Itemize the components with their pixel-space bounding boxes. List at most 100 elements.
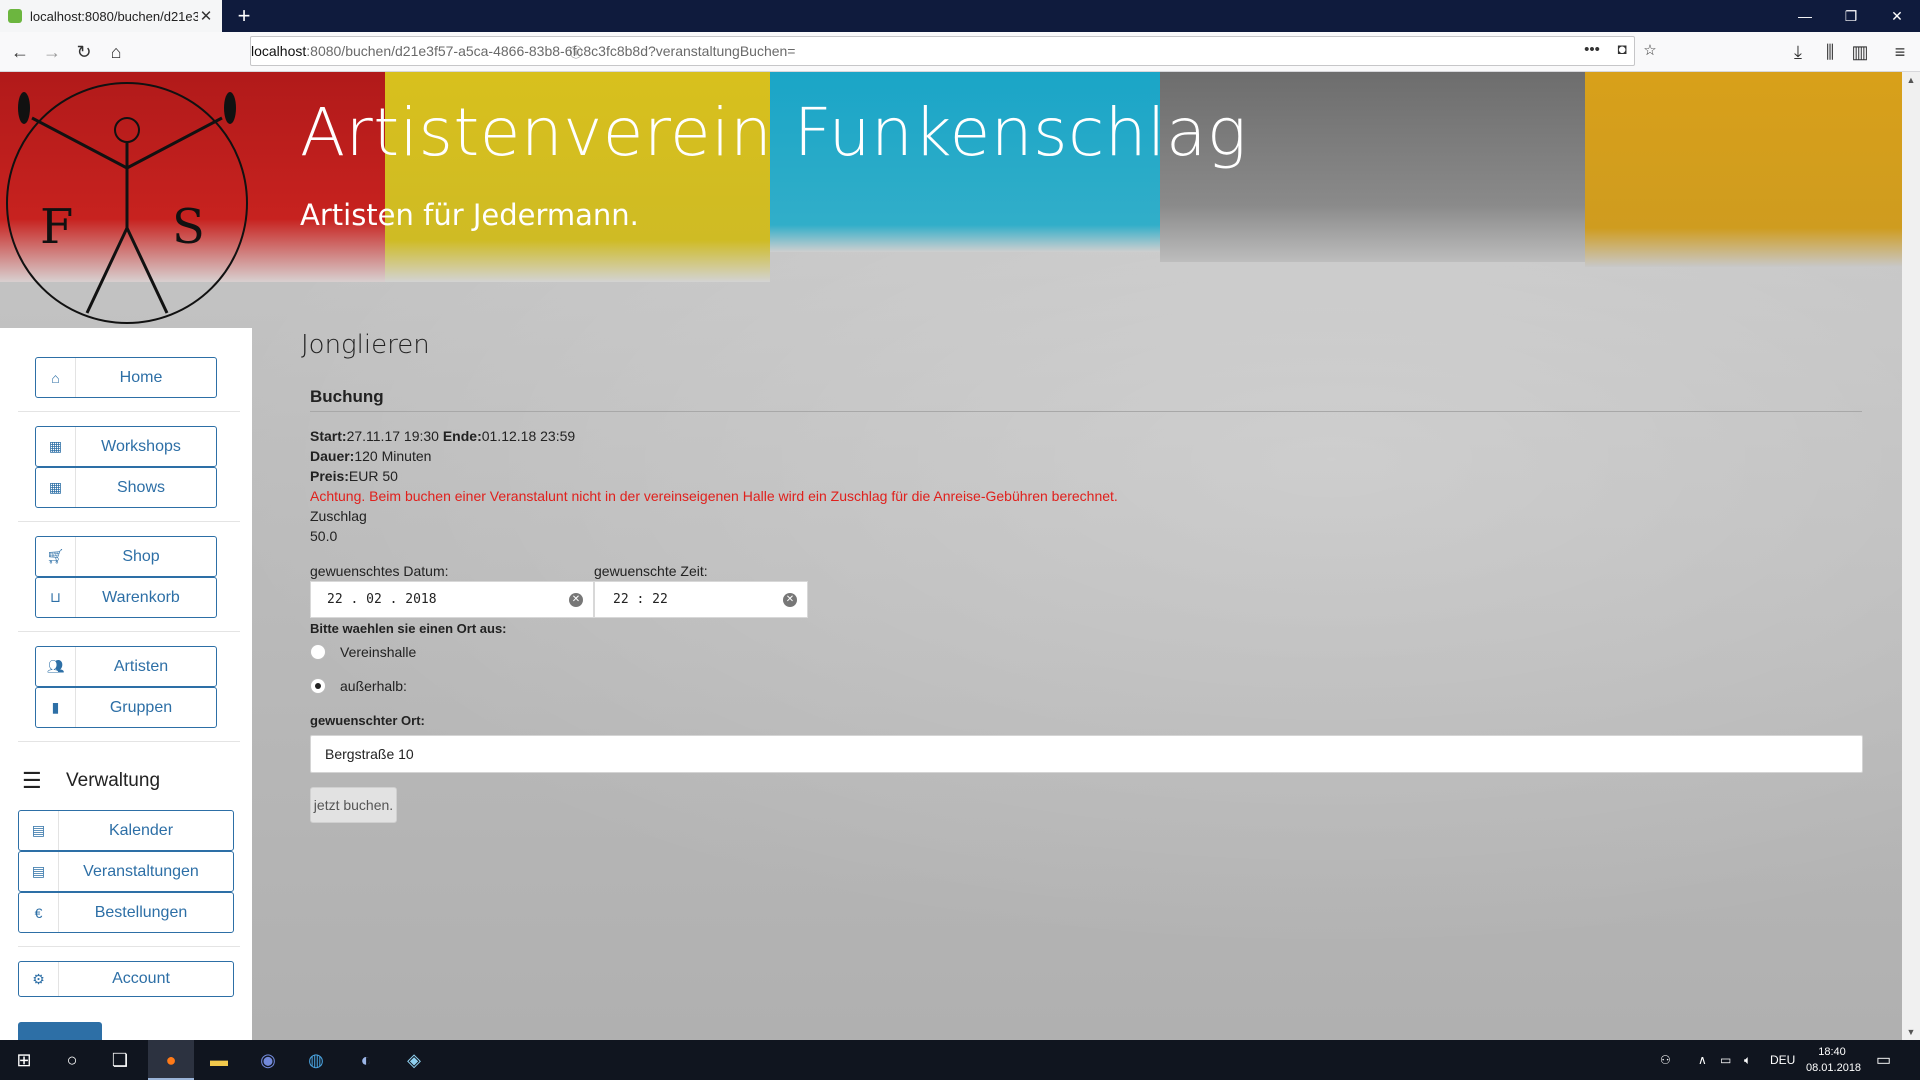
download-icon[interactable]: ⤓ — [1784, 38, 1812, 66]
favicon-icon — [8, 9, 22, 23]
app-icon[interactable]: ◐ — [350, 1044, 382, 1076]
reload-icon[interactable]: ↻ — [70, 38, 98, 66]
bookmark-icon: ▮ — [36, 688, 76, 727]
volume-icon[interactable]: 🔈︎ — [1744, 1040, 1751, 1080]
taskbar: ⊞ ○ ❏ ● ▬ ◉ ◍ ◐ ◈ ⚇ ∧ ▭ 🔈︎ DEU 18:40 08.… — [0, 1040, 1920, 1080]
radio-button-selected[interactable] — [310, 678, 326, 694]
firefox-icon[interactable]: ● — [155, 1044, 187, 1076]
start-end-line: Start:27.11.17 19:30 Ende:01.12.18 23:59 — [310, 428, 575, 444]
minimize-icon[interactable]: — — [1782, 0, 1828, 32]
ort-prompt: Bitte waehlen sie einen Ort aus: — [310, 621, 507, 636]
clear-time-icon[interactable]: ✕ — [783, 593, 797, 607]
clock[interactable]: 18:40 08.01.2018 — [1806, 1044, 1862, 1076]
zuschlag-label: Zuschlag — [310, 508, 367, 524]
sidebar-item-account[interactable]: ⚙ Account — [18, 961, 234, 997]
people-icon[interactable]: ⚇ — [1660, 1040, 1671, 1080]
vitruvian-logo-icon[interactable]: F S — [2, 78, 252, 328]
verwaltung-label: Verwaltung — [66, 770, 161, 791]
sidebar-item-veranstaltungen[interactable]: ▤ Veranstaltungen — [18, 851, 234, 892]
ort-input[interactable]: Bergstraße 10 — [310, 735, 1863, 773]
sidebar-item-home[interactable]: ⌂ Home — [35, 357, 217, 398]
url-bar[interactable]: ⓘ localhost:8080/buchen/d21e3f57-a5ca-48… — [250, 36, 1657, 66]
warning-text: Achtung. Beim buchen einer Veranstalunt … — [310, 488, 1118, 504]
radio-ausserhalb[interactable]: außerhalb: — [310, 678, 407, 694]
event-title: Jonglieren — [301, 330, 430, 360]
page-background: F S Artistenverein Funkenschlag Artisten… — [0, 72, 1902, 1040]
sidebar-item-label: Artisten — [113, 657, 169, 675]
radio-label: außerhalb: — [340, 678, 407, 694]
forward-icon[interactable]: → — [38, 38, 66, 66]
bookmark-star-icon[interactable]: ☆ — [1639, 41, 1661, 63]
radio-vereinshalle[interactable]: Vereinshalle — [310, 644, 416, 660]
sidebar-item-artisten[interactable]: 👥︎ Artisten — [35, 646, 217, 687]
browser-nav-bar: ← → ↻ ⌂ ⓘ localhost:8080/buchen/d21e3f57… — [0, 32, 1920, 72]
sidebar-item-label: Shop — [122, 547, 160, 565]
cortana-icon[interactable]: ○ — [56, 1044, 88, 1076]
sidebar-item-gruppen[interactable]: ▮ Gruppen — [35, 687, 217, 728]
ort-label: gewuenschter Ort: — [310, 713, 425, 728]
clear-date-icon[interactable]: ✕ — [569, 593, 583, 607]
sidebar-item-label: Kalender — [108, 821, 174, 839]
users-icon: 👥︎ — [36, 647, 76, 686]
sidebar-icon[interactable]: ▥ — [1846, 38, 1874, 66]
library-icon[interactable]: ⫼ — [1816, 38, 1844, 66]
notifications-icon[interactable]: ▭ — [1876, 1040, 1891, 1080]
date-input[interactable]: 22 . 02 . 2018 ✕ — [310, 581, 594, 618]
sidebar-item-kalender[interactable]: ▤ Kalender — [18, 810, 234, 851]
date-value: 22 . 02 . 2018 — [327, 592, 437, 607]
page-scrollbar[interactable]: ▲ ▼ — [1902, 72, 1920, 1040]
network-icon[interactable]: ▭ — [1720, 1040, 1731, 1080]
sidebar-item-workshops[interactable]: ▦ Workshops — [35, 426, 217, 467]
scroll-down-icon[interactable]: ▼ — [1902, 1024, 1920, 1040]
new-tab-button[interactable]: + — [232, 4, 256, 28]
restore-icon[interactable]: ❐ — [1828, 0, 1874, 32]
sliders-icon: ☰ — [22, 768, 42, 793]
close-window-icon[interactable]: ✕ — [1874, 0, 1920, 32]
sidebar-item-shows[interactable]: ▦ Shows — [35, 467, 217, 508]
task-view-icon[interactable]: ❏ — [104, 1044, 136, 1076]
radio-label: Vereinshalle — [340, 644, 417, 660]
tab-title: localhost:8080/buchen/d21e3f5 — [30, 8, 198, 24]
time-input[interactable]: 22 : 22 ✕ — [594, 581, 808, 618]
info-icon[interactable]: ⓘ — [561, 42, 591, 61]
divider — [18, 946, 240, 947]
app-icon[interactable]: ◍ — [300, 1044, 332, 1076]
clock-date: 08.01.2018 — [1806, 1062, 1862, 1074]
ende-value: 01.12.18 23:59 — [481, 428, 576, 444]
scroll-up-icon[interactable]: ▲ — [1902, 72, 1920, 88]
sidebar-item-label: Gruppen — [109, 698, 173, 716]
sidebar-item-shop[interactable]: 🛒︎ Shop — [35, 536, 217, 577]
sidebar-item-label: Home — [119, 368, 163, 386]
logout-button[interactable] — [18, 1022, 102, 1042]
more-icon[interactable]: ••• — [1581, 41, 1603, 63]
start-label: Start: — [310, 428, 347, 444]
sidebar-item-bestellungen[interactable]: € Bestellungen — [18, 892, 234, 933]
language-indicator[interactable]: DEU — [1770, 1040, 1795, 1080]
close-tab-icon[interactable]: ✕ — [198, 7, 214, 25]
tray-chevron-icon[interactable]: ∧ — [1698, 1040, 1707, 1080]
back-icon[interactable]: ← — [6, 38, 34, 66]
site-subtitle: Artisten für Jedermann. — [300, 198, 639, 232]
url-host: localhost — [251, 43, 307, 59]
windows-start-icon[interactable]: ⊞ — [8, 1044, 40, 1076]
divider — [310, 411, 1862, 412]
discord-icon[interactable]: ◉ — [252, 1044, 284, 1076]
browser-tab[interactable]: localhost:8080/buchen/d21e3f5 ✕ — [0, 0, 222, 32]
ende-label: Ende: — [442, 428, 482, 444]
sidebar-item-warenkorb[interactable]: ⊔ Warenkorb — [35, 577, 217, 618]
grid-icon: ▦ — [36, 468, 76, 507]
divider — [18, 411, 240, 412]
verwaltung-heading: ☰ Verwaltung — [22, 768, 160, 794]
date-label: gewuenschtes Datum: — [310, 563, 449, 579]
radio-button[interactable] — [310, 644, 326, 660]
home-icon[interactable]: ⌂ — [102, 38, 130, 66]
divider — [18, 741, 240, 742]
start-value: 27.11.17 19:30 — [346, 428, 439, 444]
url-path: :8080/buchen/d21e3f57-a5ca-4866-83b8-6fc… — [306, 43, 796, 59]
menu-icon[interactable]: ≡ — [1886, 38, 1914, 66]
pocket-icon[interactable]: ◘ — [1611, 41, 1633, 63]
submit-button[interactable]: jetzt buchen. — [310, 787, 397, 823]
clock-time: 18:40 — [1818, 1046, 1846, 1058]
file-explorer-icon[interactable]: ▬ — [203, 1044, 235, 1076]
app-icon[interactable]: ◈ — [398, 1044, 430, 1076]
